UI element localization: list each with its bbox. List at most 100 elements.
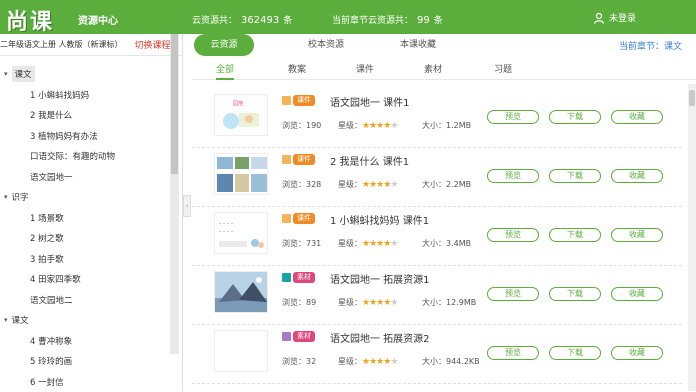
tree-item-label: 1 场景歌 [30,212,64,224]
views-label: 浏览： [282,180,306,189]
views-count: 190 [306,121,321,130]
resource-thumbnail[interactable] [214,271,268,313]
preview-button[interactable]: 预览 [487,346,539,360]
size-label: 大小： [422,180,446,189]
filter-material[interactable]: 素材 [424,62,442,75]
resource-views: 浏览：190 [282,120,321,131]
download-button[interactable]: 下载 [549,169,601,183]
download-button[interactable]: 下载 [549,110,601,124]
favorite-button[interactable]: 收藏 [611,346,663,360]
resource-rating: 星级：★★★★★ [338,120,397,131]
tree-item-label: 口语交际：有趣的动物 [30,150,115,162]
filter-all[interactable]: 全部 [216,62,234,80]
tree-item-label: 识字 [12,191,29,203]
filter-lesson-plan[interactable]: 教案 [288,62,306,75]
tree-lesson[interactable]: 3 拍手歌 [0,249,182,270]
size-value: 944.2KB [446,357,480,366]
svg-text:·· ·· ·· ··: ·· ·· ·· ·· [219,229,233,234]
tree-lesson[interactable]: 2 我是什么 [0,105,182,126]
tree-lesson[interactable]: 6 一封信 [0,372,182,392]
resource-views: 浏览：731 [282,238,321,249]
tree-lesson[interactable]: 2 树之歌 [0,228,182,249]
views-count: 89 [306,298,316,307]
collapse-sidebar-icon[interactable]: ‹ [183,195,191,217]
tree-item-label: 1 小蝌蚪找妈妈 [30,89,89,101]
source-tabs: 云资源 校本资源 本课收藏 当前章节：课文 [192,34,696,58]
preview-button[interactable]: 预览 [487,287,539,301]
tab-favorites[interactable]: 本课收藏 [386,34,450,56]
site-logo[interactable]: 尚课 [6,4,54,36]
tree-lesson[interactable]: 1 场景歌 [0,208,182,229]
resource-thumbnail[interactable]: 园地 [214,94,268,136]
caret-down-icon: ▾ [4,193,8,201]
resource-thumbnail[interactable] [214,330,268,372]
resource-size: 大小：3.4MB [422,238,471,249]
resource-title[interactable]: 2 我是什么 课件1 [330,153,409,168]
cloud-resource-total: 云资源共：362493条 [192,13,292,26]
tab-cloud[interactable]: 云资源 [194,34,254,56]
chapter-resource-total: 当前章节云资源共：99条 [332,13,443,26]
chapter-resource-unit: 条 [434,16,443,26]
rating-stars: ★★★★★ [362,357,397,367]
tree-unit[interactable]: ▾课文 [0,310,182,331]
download-button[interactable]: 下载 [549,228,601,242]
views-count: 328 [306,180,321,189]
resource-rating: 星级：★★★★★ [338,297,397,308]
svg-text:园地: 园地 [233,100,243,107]
tree-lesson[interactable]: 语文园地二 [0,290,182,311]
cloud-resource-label: 云资源共： [192,16,237,26]
tree-lesson[interactable]: 4 曹冲称象 [0,331,182,352]
filter-courseware[interactable]: 课件 [356,62,374,75]
top-bar: 尚课 资源中心 云资源共：362493条 当前章节云资源共：99条 未登录 [0,0,696,34]
tree-item-label: 3 植物妈妈有办法 [30,130,98,142]
resource-title[interactable]: 语文园地一 课件1 [330,94,410,109]
views-label: 浏览： [282,239,306,248]
resource-title[interactable]: 语文园地一 拓展资源2 [330,330,430,345]
views-label: 浏览： [282,298,306,307]
tree-lesson[interactable]: 1 小蝌蚪找妈妈 [0,85,182,106]
size-value: 2.2MB [446,180,471,189]
resource-thumbnail[interactable] [214,153,268,195]
tree-item-label: 5 玲玲的画 [30,355,72,367]
tree-lesson[interactable]: 口语交际：有趣的动物 [0,146,182,167]
rating-stars: ★★★★★ [362,121,397,131]
login-link[interactable]: 未登录 [593,11,636,24]
filter-exercise[interactable]: 习题 [494,62,512,75]
views-count: 32 [306,357,316,366]
resource-thumbnail[interactable]: ·· ·· ·· ···· ·· ·· ·· [214,212,268,254]
tree-lesson[interactable]: 语文园地一 [0,167,182,188]
tree-unit[interactable]: ▾ 识字 [0,187,182,208]
tree-lesson[interactable]: 4 田家四季歌 [0,269,182,290]
resource-scroll-thumb[interactable] [689,90,695,106]
preview-button[interactable]: 预览 [487,169,539,183]
section-title: 资源中心 [78,12,118,27]
download-button[interactable]: 下载 [549,287,601,301]
current-book: 二年级语文上册 人教版（新课标） 切换课程> [0,34,182,56]
size-label: 大小： [422,121,446,130]
resource-title[interactable]: 语文园地一 拓展资源1 [330,271,430,286]
preview-button[interactable]: 预览 [487,110,539,124]
favorite-button[interactable]: 收藏 [611,169,663,183]
tree-unit[interactable]: ▾课文 [0,64,182,85]
rating-label: 星级： [338,239,362,248]
resource-title[interactable]: 1 小蝌蚪找妈妈 课件1 [330,212,429,227]
sidebar-scroll-thumb[interactable] [171,34,178,174]
tab-school[interactable]: 校本资源 [294,34,358,56]
resource-type-badge: 课件 [293,95,315,106]
download-button[interactable]: 下载 [549,346,601,360]
favorite-button[interactable]: 收藏 [611,287,663,301]
size-label: 大小： [422,298,446,307]
favorite-button[interactable]: 收藏 [611,110,663,124]
star-icon: ★ [390,298,397,308]
file-type-icon [282,332,291,341]
chapter-resource-label: 当前章节云资源共： [332,16,413,26]
tree-lesson[interactable]: 3 植物妈妈有办法 [0,126,182,147]
resource-size: 大小：944.2KB [422,356,480,367]
preview-button[interactable]: 预览 [487,228,539,242]
favorite-button[interactable]: 收藏 [611,228,663,242]
chapter-tree: ▾课文 1 小蝌蚪找妈妈 2 我是什么 3 植物妈妈有办法口语交际：有趣的动物语文园地… [0,56,182,392]
tree-lesson[interactable]: 5 玲玲的画 [0,351,182,372]
resource-scrollbar[interactable] [688,84,696,391]
sidebar-scrollbar[interactable] [170,34,179,354]
resource-panel: 云资源 校本资源 本课收藏 当前章节：课文 全部 教案 课件 素材 习题 园地 课… [192,34,696,391]
